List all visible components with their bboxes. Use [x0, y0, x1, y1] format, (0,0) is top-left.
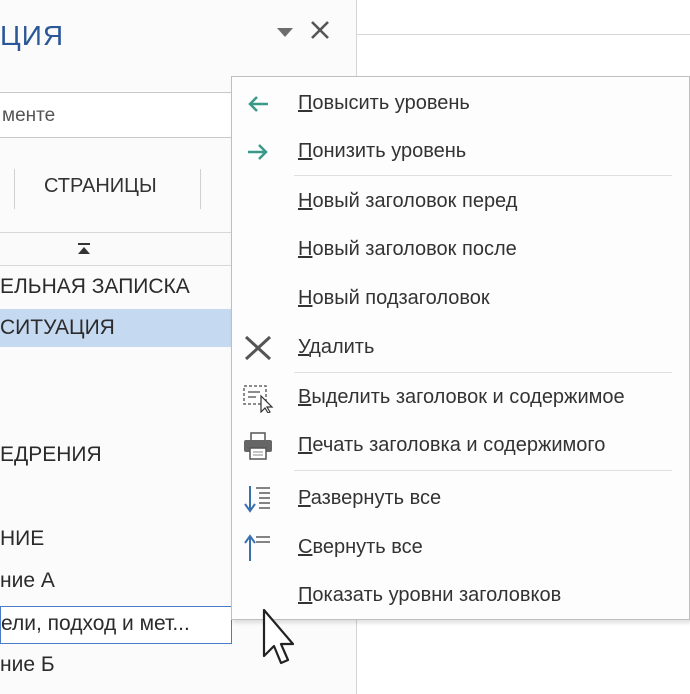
collapse-up-icon[interactable]: [76, 241, 92, 257]
heading-item-editing[interactable]: ели, подход и мет...: [0, 606, 232, 644]
heading-item[interactable]: ЕДРЕНИЯ: [0, 436, 102, 474]
tab-divider: [14, 169, 15, 209]
menu-item-label: Показать уровни заголовков: [298, 584, 562, 606]
menu-item-label: Повысить уровень: [298, 92, 470, 114]
menu-item-label: Свернуть все: [298, 536, 423, 558]
heading-item[interactable]: НИЕ: [0, 520, 44, 558]
select-content-icon: [243, 385, 274, 413]
menu-item-new-heading-before[interactable]: Новый заголовок перед: [232, 177, 690, 225]
menu-item-new-subheading[interactable]: Новый подзаголовок: [232, 274, 690, 322]
arrow-right-icon: [248, 144, 268, 160]
collapse-all-icon: [244, 534, 270, 561]
mouse-cursor-icon: [262, 608, 294, 665]
menu-item-select-heading-content[interactable]: Выделить заголовок и содержимое: [232, 373, 690, 421]
menu-separator: [294, 175, 672, 176]
arrow-left-icon: [248, 96, 268, 112]
menu-item-label: Понизить уровень: [298, 140, 467, 162]
search-box[interactable]: [0, 92, 232, 138]
expand-all-icon: [244, 486, 270, 513]
context-menu: Повысить уровень Понизить уровень Новый …: [231, 76, 690, 620]
tab-pages[interactable]: СТРАНИЦЫ: [44, 175, 157, 198]
menu-item-delete[interactable]: Удалить: [232, 323, 690, 371]
pane-options-dropdown-icon[interactable]: [276, 25, 294, 39]
ruler-divider: [357, 34, 690, 35]
menu-separator: [294, 470, 672, 471]
menu-item-collapse-all[interactable]: Свернуть все: [232, 523, 690, 571]
menu-item-promote[interactable]: Повысить уровень: [232, 79, 690, 127]
heading-item-selected[interactable]: СИТУАЦИЯ: [0, 309, 232, 347]
menu-item-label: Печать заголовка и содержимого: [298, 434, 606, 456]
menu-item-label: Новый заголовок после: [298, 238, 517, 260]
menu-item-label: Удалить: [298, 336, 375, 358]
menu-item-show-heading-levels[interactable]: Показать уровни заголовков: [232, 571, 690, 619]
heading-item[interactable]: ние А: [0, 562, 55, 600]
menu-item-label: Новый заголовок перед: [298, 190, 518, 212]
close-icon[interactable]: [308, 18, 332, 42]
menu-item-label: Развернуть все: [298, 487, 442, 509]
menu-item-new-heading-after[interactable]: Новый заголовок после: [232, 225, 690, 273]
delete-x-icon: [244, 335, 272, 361]
collapse-all-bar[interactable]: [0, 232, 232, 266]
menu-item-demote[interactable]: Понизить уровень: [232, 127, 690, 175]
search-input[interactable]: [2, 105, 222, 127]
pane-title: ЦИЯ: [0, 20, 65, 51]
tab-divider: [200, 169, 201, 209]
printer-icon: [244, 432, 272, 460]
menu-item-print-heading-content[interactable]: Печать заголовка и содержимого: [232, 421, 690, 469]
menu-item-label: Новый подзаголовок: [298, 287, 490, 309]
heading-item[interactable]: ние Б: [0, 646, 55, 684]
menu-item-expand-all[interactable]: Развернуть все: [232, 474, 690, 522]
menu-item-label: Выделить заголовок и содержимое: [298, 386, 625, 408]
heading-item[interactable]: ЕЛЬНАЯ ЗАПИСКА: [0, 268, 190, 306]
